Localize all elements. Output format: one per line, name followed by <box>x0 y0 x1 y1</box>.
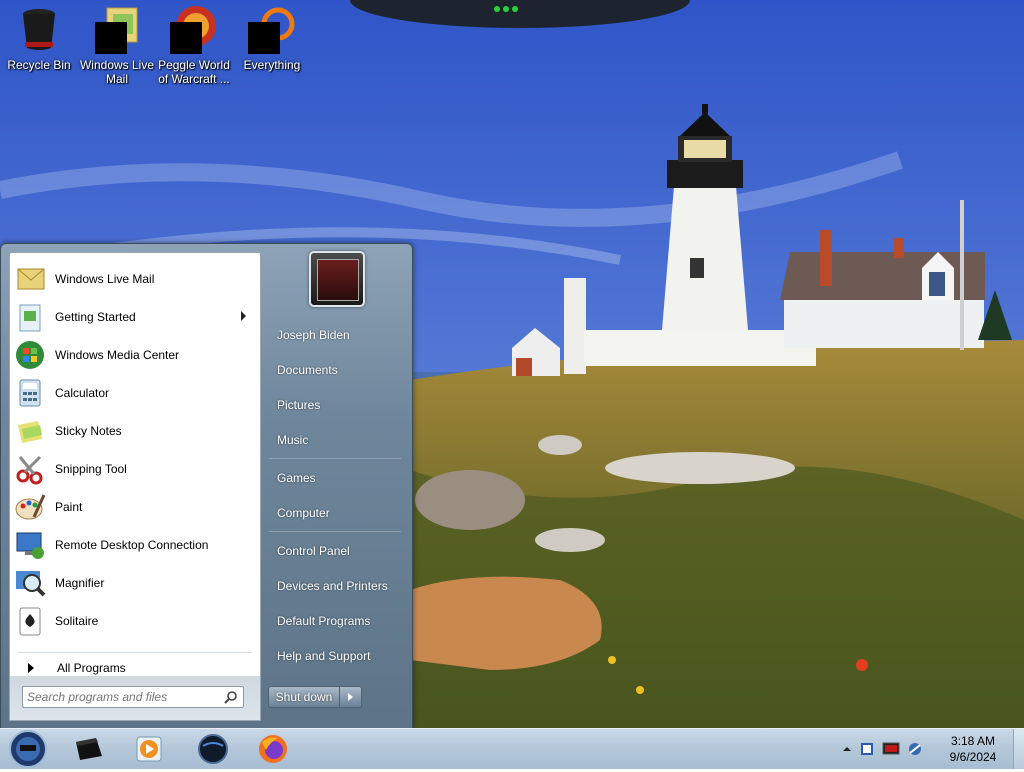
desktop-icon-label: Recycle Bin <box>7 58 71 72</box>
divider <box>269 531 401 532</box>
show-hidden-icons-arrow-icon[interactable] <box>842 744 852 754</box>
desktop-icon-label: Windows Live <box>79 58 155 72</box>
right-item-computer[interactable]: Computer <box>267 499 403 527</box>
globe-icon <box>198 734 228 764</box>
right-arrow-icon <box>28 663 34 673</box>
program-windows-media-center[interactable]: Windows Media Center <box>12 337 258 373</box>
clock-time: 3:18 AM <box>950 734 996 748</box>
right-item-pictures[interactable]: Pictures <box>267 391 403 419</box>
media-center-icon <box>14 339 46 371</box>
search-area <box>9 676 261 721</box>
desktop-icon-everything[interactable]: Everything <box>234 4 310 72</box>
action-center-flag-icon[interactable] <box>859 741 875 757</box>
desktop-icon-label: Everything <box>243 58 301 72</box>
desktop-icon-label: Peggle World <box>158 58 230 72</box>
taskbar-clock[interactable]: 3:18 AM 9/6/2024 <box>936 733 1010 765</box>
search-icon[interactable] <box>224 690 238 704</box>
program-label: Windows Live Mail <box>55 272 155 286</box>
program-label: Windows Media Center <box>55 348 180 362</box>
desktop-icon-peggle[interactable]: Peggle World of Warcraft ... <box>156 4 232 86</box>
shutdown-button[interactable]: Shut down <box>268 686 340 708</box>
network-icon[interactable] <box>907 741 923 757</box>
peggle-icon <box>170 4 218 54</box>
firefox-icon <box>259 735 287 763</box>
all-programs-label: All Programs <box>57 661 126 675</box>
show-desktop-button[interactable] <box>1013 729 1024 769</box>
right-item-help-and-support[interactable]: Help and Support <box>267 642 403 670</box>
program-getting-started[interactable]: Getting Started <box>12 299 258 335</box>
program-solitaire[interactable]: Solitaire <box>12 603 258 639</box>
windows-live-mail-icon <box>14 263 46 295</box>
shutdown-control: Shut down <box>268 686 362 708</box>
program-label: Getting Started <box>55 310 136 324</box>
taskbar-pinned-globe[interactable] <box>190 732 236 766</box>
right-item-user-name[interactable]: Joseph Biden <box>267 321 403 349</box>
submenu-arrow-icon[interactable] <box>241 311 246 321</box>
everything-search-icon <box>248 4 296 54</box>
program-paint[interactable]: Paint <box>12 489 258 525</box>
start-menu: Windows Live Mail Getting Started Window… <box>0 243 413 730</box>
right-item-default-programs[interactable]: Default Programs <box>267 607 403 635</box>
program-sticky-notes[interactable]: Sticky Notes <box>12 413 258 449</box>
right-item-documents[interactable]: Documents <box>267 356 403 384</box>
program-label: Remote Desktop Connection <box>55 538 209 552</box>
taskbar: 3:18 AM 9/6/2024 <box>0 728 1024 769</box>
remote-desktop-icon <box>14 529 46 561</box>
program-calculator[interactable]: Calculator <box>12 375 258 411</box>
desktop-icon-recycle-bin[interactable]: Recycle Bin <box>1 4 77 72</box>
right-item-games[interactable]: Games <box>267 464 403 492</box>
desktop-icon-label: Mail <box>105 72 128 86</box>
divider <box>18 652 252 653</box>
program-label: Paint <box>55 500 83 514</box>
status-dots-icon <box>494 6 518 12</box>
solitaire-cards-icon <box>14 605 46 637</box>
sticky-notes-icon <box>14 415 46 447</box>
magnifier-icon <box>14 567 46 599</box>
windows-media-player-icon <box>136 736 162 762</box>
search-box[interactable] <box>22 686 244 708</box>
calculator-icon <box>14 377 46 409</box>
right-item-music[interactable]: Music <box>267 426 403 454</box>
program-snipping-tool[interactable]: Snipping Tool <box>12 451 258 487</box>
clock-date: 9/6/2024 <box>949 750 997 764</box>
redacted-block <box>248 22 280 54</box>
desktop-icon-label: of Warcraft ... <box>158 72 230 86</box>
windows-live-mail-icon <box>93 4 141 54</box>
scissors-icon <box>14 453 46 485</box>
start-button[interactable] <box>4 729 48 769</box>
taskbar-pinned-media-device[interactable] <box>66 732 112 766</box>
system-tray <box>842 737 923 761</box>
display-icon[interactable] <box>882 741 900 757</box>
program-label: Solitaire <box>55 614 99 628</box>
program-remote-desktop[interactable]: Remote Desktop Connection <box>12 527 258 563</box>
shutdown-options-arrow-icon[interactable] <box>340 686 362 708</box>
media-device-icon <box>76 738 102 760</box>
redacted-block <box>170 22 202 54</box>
recycle-bin-icon <box>15 4 63 52</box>
program-label: Sticky Notes <box>55 424 122 438</box>
user-avatar[interactable] <box>309 251 365 307</box>
program-magnifier[interactable]: Magnifier <box>12 565 258 601</box>
right-item-control-panel[interactable]: Control Panel <box>267 537 403 565</box>
taskbar-pinned-firefox[interactable] <box>250 732 296 766</box>
paint-palette-icon <box>14 491 46 523</box>
program-label: Calculator <box>55 386 110 400</box>
getting-started-icon <box>14 301 46 333</box>
search-input[interactable] <box>27 689 217 705</box>
programs-list: Windows Live Mail Getting Started Window… <box>9 252 261 678</box>
right-item-devices-and-printers[interactable]: Devices and Printers <box>267 572 403 600</box>
program-label: Magnifier <box>55 576 105 590</box>
desktop-icon-windows-live-mail[interactable]: Windows Live Mail <box>79 4 155 86</box>
redacted-block <box>95 22 127 54</box>
taskbar-pinned-windows-media-player[interactable] <box>126 732 172 766</box>
program-windows-live-mail[interactable]: Windows Live Mail <box>12 261 258 297</box>
divider <box>269 458 401 459</box>
program-label: Snipping Tool <box>55 462 127 476</box>
